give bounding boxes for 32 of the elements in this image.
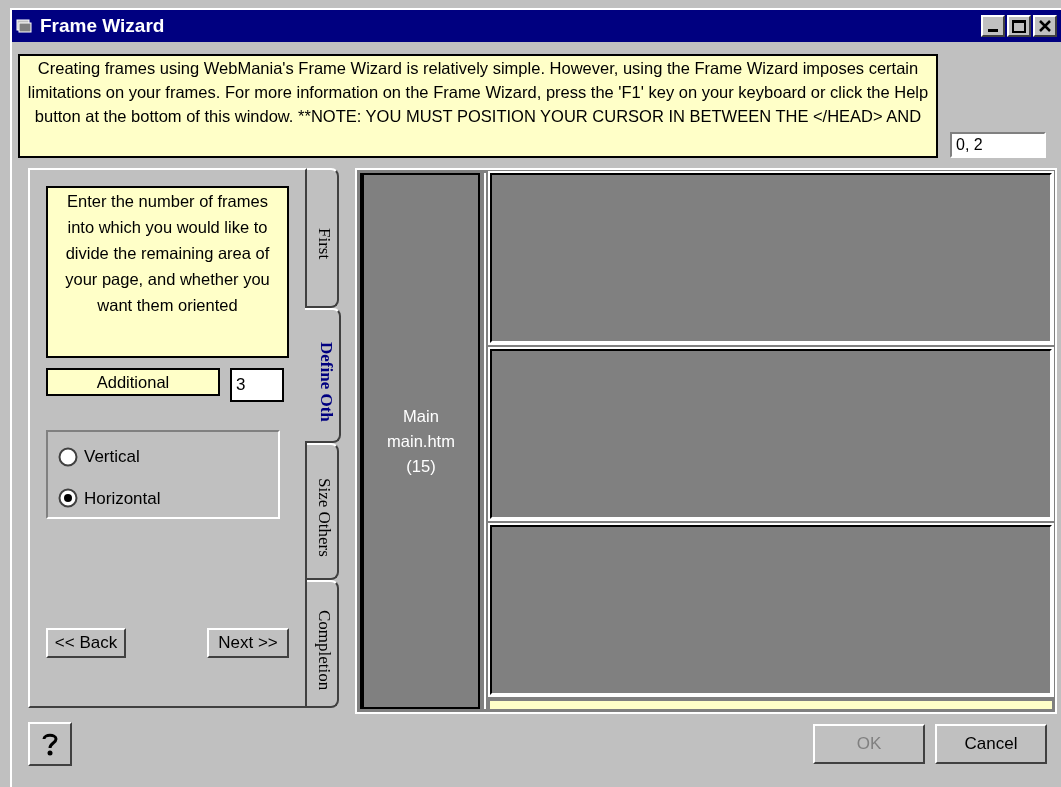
tab[interactable]: Completion <box>307 580 339 708</box>
minimize-button[interactable] <box>981 15 1005 37</box>
maximize-button[interactable] <box>1007 15 1031 37</box>
radio-button[interactable] <box>58 446 78 467</box>
close-button[interactable] <box>1033 15 1057 37</box>
additional-label: Additional <box>46 368 220 396</box>
tab[interactable]: First <box>307 168 339 308</box>
minimize-icon <box>988 29 998 32</box>
position-field[interactable]: 0, 2 <box>950 132 1046 158</box>
radio-label: Vertical <box>84 446 140 468</box>
dialog-button[interactable]: Cancel <box>935 724 1047 764</box>
next-button[interactable]: Next >> <box>207 628 289 658</box>
radio-button[interactable] <box>58 488 78 509</box>
additional-field[interactable]: 3 <box>230 368 284 402</box>
info-text: Creating frames using WebMania's Frame Wizard is relatively simple. However, using the Frame Wizard imposes certain limitations on your frames. For more information on the Frame Wizard, press the 'F1' key on your keyboard or click the Help button at the bottom of this window. **NOTE: YOU MUST POSITION YOUR CURSOR IN BETWEEN THE </HEAD> AND <box>18 54 938 158</box>
frame-label: main.htm <box>387 430 455 452</box>
back-button[interactable]: << Back <box>46 628 126 658</box>
frame-label: (15) <box>406 455 436 477</box>
window-icon <box>16 19 32 33</box>
instructions-text: Enter the number of frames into which you would like to divide the remaining area of your page, and whether you want them oriented <box>46 186 289 358</box>
frame-label: Main <box>403 405 439 427</box>
window-title: Frame Wizard <box>40 13 165 38</box>
radio-label: Horizontal <box>84 487 161 510</box>
main-frame[interactable]: Main main.htm (15) <box>360 173 480 709</box>
maximize-icon <box>1012 19 1026 33</box>
radio-option[interactable]: Horizontal <box>58 485 268 511</box>
help-button[interactable] <box>28 722 72 766</box>
close-icon <box>1039 20 1051 32</box>
tab[interactable]: Define Oth <box>305 308 341 443</box>
radio-option[interactable]: Vertical <box>58 444 268 470</box>
tab[interactable]: Size Others <box>307 443 339 580</box>
question-mark-icon <box>41 731 59 757</box>
